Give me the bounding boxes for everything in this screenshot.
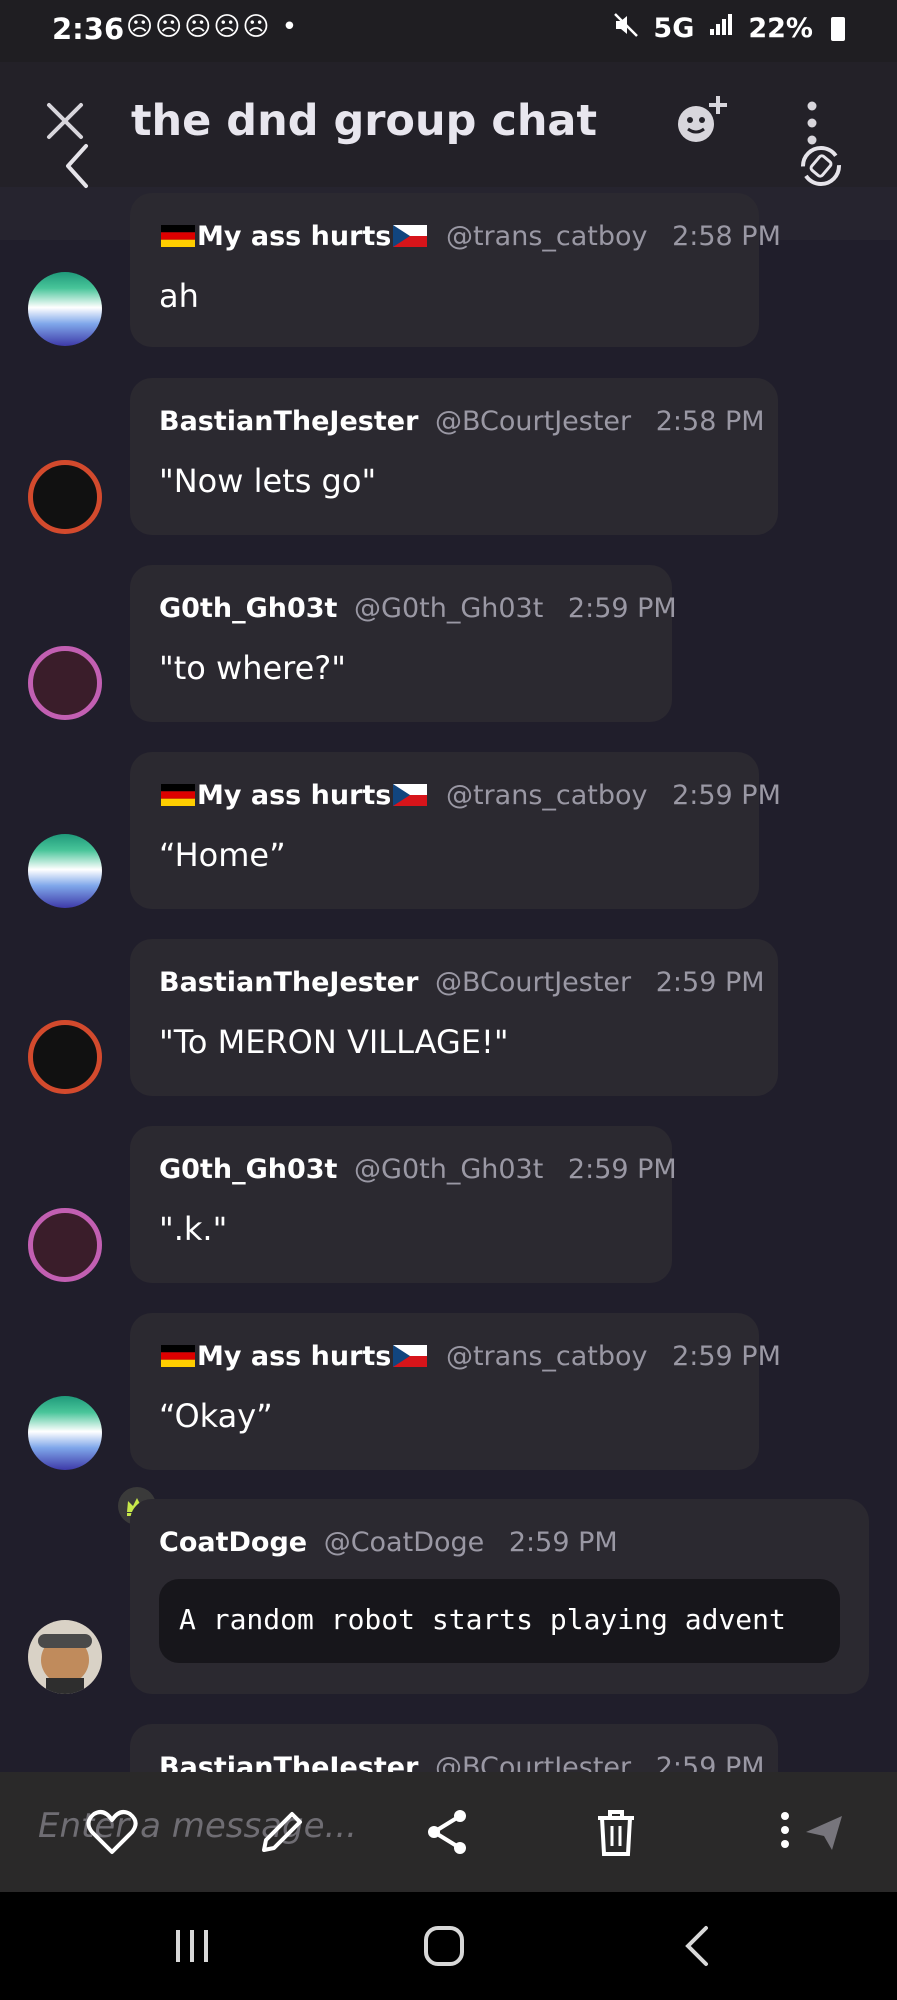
message-bubble[interactable]: My ass hurts @trans_catboy 2:58 PM ah <box>130 193 781 347</box>
chat-header: the dnd group chat <box>0 62 897 188</box>
back-nav-icon[interactable] <box>666 1914 730 1978</box>
battery-level: 22% <box>748 13 813 44</box>
message-text: "To MERON VILLAGE!" <box>159 1023 509 1061</box>
message-handle[interactable]: @trans_catboy <box>446 221 648 252</box>
message-bubble[interactable]: My ass hurts @trans_catboy 2:59 PM “Home… <box>130 752 781 909</box>
message-text: ah <box>159 277 199 315</box>
share-icon[interactable] <box>418 1802 478 1862</box>
close-icon[interactable] <box>40 96 90 146</box>
message-bubble[interactable]: BastianTheJester @BCourtJester 2:58 PM "… <box>130 378 778 535</box>
message-list[interactable]: My ass hurts @trans_catboy 2:58 PM ah Ba… <box>0 0 897 1772</box>
message-header: My ass hurts @trans_catboy 2:59 PM <box>159 1341 781 1372</box>
message-author[interactable]: My ass hurts <box>197 780 391 811</box>
message-handle[interactable]: @G0th_Gh03t <box>354 593 543 624</box>
message-handle[interactable]: @G0th_Gh03t <box>354 1154 543 1185</box>
czech-flag-icon <box>393 782 428 806</box>
message-author[interactable]: BastianTheJester <box>159 1752 418 1772</box>
message-handle[interactable]: @trans_catboy <box>446 780 648 811</box>
message-author[interactable]: G0th_Gh03t <box>159 1154 337 1185</box>
message-time: 2:59 PM <box>655 1752 765 1772</box>
recent-apps-icon[interactable] <box>162 1914 226 1978</box>
message-text: ".k." <box>159 1210 228 1248</box>
avatar[interactable] <box>28 460 102 534</box>
message-time: 2:59 PM <box>655 967 765 998</box>
message-text: “Home” <box>159 836 286 874</box>
message-author[interactable]: CoatDoge <box>159 1527 307 1558</box>
status-time: 2:36 <box>52 12 125 46</box>
germany-flag-icon <box>161 782 195 806</box>
message-time: 2:58 PM <box>655 406 765 437</box>
edit-icon[interactable] <box>252 1802 312 1862</box>
system-nav-bar <box>0 1892 897 2000</box>
send-icon[interactable] <box>802 1802 862 1862</box>
message-header: My ass hurts @trans_catboy 2:59 PM <box>159 780 781 811</box>
back-icon[interactable] <box>62 142 92 194</box>
message-text: "to where?" <box>159 649 346 687</box>
message-bubble[interactable]: G0th_Gh03t @G0th_Gh03t 2:59 PM ".k." <box>130 1126 677 1283</box>
message-header: BastianTheJester @BCourtJester 2:59 PM <box>159 1752 765 1772</box>
message-time: 2:58 PM <box>672 221 781 252</box>
avatar[interactable] <box>28 1620 102 1694</box>
message-bubble[interactable]: G0th_Gh03t @G0th_Gh03t 2:59 PM "to where… <box>130 565 677 722</box>
message-handle[interactable]: @trans_catboy <box>446 1341 648 1372</box>
message-time: 2:59 PM <box>672 1341 781 1372</box>
avatar[interactable] <box>28 646 102 720</box>
status-right: 5G 22% <box>613 12 845 45</box>
message-handle[interactable]: @BCourtJester <box>435 1752 631 1772</box>
message-time: 2:59 PM <box>567 1154 677 1185</box>
message-time: 2:59 PM <box>567 593 677 624</box>
message-bubble[interactable]: BastianTheJester @BCourtJester 2:59 PM "… <box>130 939 778 1096</box>
message-author[interactable]: My ass hurts <box>197 1341 391 1372</box>
message-bubble[interactable]: CoatDoge @CoatDoge 2:59 PM A random robo… <box>130 1499 869 1694</box>
notification-icons: ☹☹☹☹☹ • <box>126 12 300 42</box>
message-bubble[interactable]: My ass hurts @trans_catboy 2:59 PM “Okay… <box>130 1313 781 1470</box>
message-author[interactable]: BastianTheJester <box>159 967 418 998</box>
network-type: 5G <box>653 13 695 44</box>
message-author[interactable]: My ass hurts <box>197 221 391 252</box>
add-emoji-icon[interactable] <box>670 90 732 156</box>
message-text: A random robot starts playing advent <box>179 1603 786 1636</box>
signal-icon <box>708 13 734 44</box>
avatar[interactable] <box>28 272 102 346</box>
message-handle[interactable]: @BCourtJester <box>435 967 631 998</box>
avatar[interactable] <box>28 1020 102 1094</box>
message-composer[interactable]: Enter a message... <box>0 1772 897 1892</box>
message-header: BastianTheJester @BCourtJester 2:59 PM <box>159 967 765 998</box>
mute-icon <box>613 12 639 45</box>
avatar[interactable] <box>28 834 102 908</box>
status-bar: 2:36 ☹☹☹☹☹ • 5G 22% <box>0 0 897 62</box>
message-header: BastianTheJester @BCourtJester 2:58 PM <box>159 406 765 437</box>
czech-flag-icon <box>393 1343 428 1367</box>
message-author[interactable]: G0th_Gh03t <box>159 593 337 624</box>
message-author[interactable]: BastianTheJester <box>159 406 418 437</box>
message-time: 2:59 PM <box>672 780 781 811</box>
trash-icon[interactable] <box>586 1802 646 1862</box>
avatar[interactable] <box>28 1396 102 1470</box>
code-block[interactable]: A random robot starts playing advent <box>159 1579 840 1663</box>
avatar[interactable] <box>28 1208 102 1282</box>
message-text: "Now lets go" <box>159 462 377 500</box>
message-handle[interactable]: @BCourtJester <box>435 406 631 437</box>
czech-flag-icon <box>393 223 428 247</box>
chat-title: the dnd group chat <box>131 96 598 146</box>
home-icon[interactable] <box>412 1914 476 1978</box>
germany-flag-icon <box>161 1343 195 1367</box>
message-header: G0th_Gh03t @G0th_Gh03t 2:59 PM <box>159 593 677 624</box>
message-time: 2:59 PM <box>508 1527 618 1558</box>
message-header: My ass hurts @trans_catboy 2:58 PM <box>159 221 781 252</box>
message-handle[interactable]: @CoatDoge <box>324 1527 485 1558</box>
message-text: “Okay” <box>159 1397 273 1435</box>
germany-flag-icon <box>161 223 195 247</box>
battery-icon <box>831 16 845 41</box>
heart-icon[interactable] <box>82 1802 142 1862</box>
auto-rotate-icon[interactable] <box>797 142 845 194</box>
message-header: CoatDoge @CoatDoge 2:59 PM <box>159 1527 618 1558</box>
message-bubble[interactable]: BastianTheJester @BCourtJester 2:59 PM <box>130 1724 778 1772</box>
message-header: G0th_Gh03t @G0th_Gh03t 2:59 PM <box>159 1154 677 1185</box>
